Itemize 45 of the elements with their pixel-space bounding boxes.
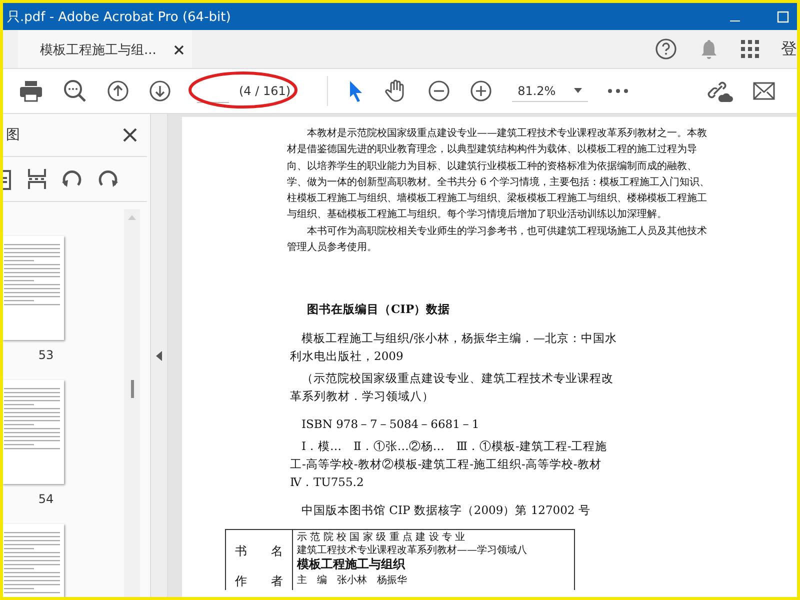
- search-icon[interactable]: [63, 79, 87, 103]
- scroll-thumb[interactable]: [130, 380, 134, 398]
- pointer-icon[interactable]: [348, 80, 364, 102]
- table-cell: 主 编 张小林 杨振华: [297, 574, 407, 588]
- window-title: 只.pdf - Adobe Acrobat Pro (64-bit): [7, 8, 232, 26]
- table-label: 作 者: [226, 573, 293, 590]
- cip-entry: ISBN 978－7－5084－6681－1: [300, 416, 480, 434]
- maximize-icon[interactable]: [777, 10, 789, 22]
- zoom-dropdown[interactable]: 81.2%: [512, 80, 588, 102]
- body-paragraph: 本书可作为高职院校相关专业师生的学习参考书，也可供建筑工程现场施工人员及其他技术管理人员参考使用。: [287, 224, 708, 256]
- table-cell: 建筑工程技术专业课程改革系列教材——学习领域八: [297, 544, 527, 558]
- collapse-arrow-icon[interactable]: [156, 350, 162, 360]
- cloud-link-icon[interactable]: [707, 79, 733, 103]
- caret-icon: [574, 88, 582, 93]
- cip-entry: 模板工程施工与组织/张小林，杨振华主编．—北京：中国水利水电出版社，2009: [290, 330, 618, 366]
- document-tab[interactable]: 模板工程施工与组...: [18, 30, 192, 68]
- printer-icon[interactable]: [19, 80, 43, 102]
- cip-entry: （示范院校国家级重点建设专业、建筑工程技术专业课程改革系列教材．学习领域八）: [290, 370, 614, 406]
- arrow-down-icon[interactable]: [149, 80, 171, 102]
- zoom-out-icon[interactable]: [428, 80, 450, 102]
- apps-grid-icon[interactable]: [741, 40, 759, 58]
- cip-entry: 中国版本图书馆 CIP 数据核字（2009）第 127002 号: [300, 502, 592, 520]
- mail-icon[interactable]: [753, 82, 775, 100]
- more-icon[interactable]: [608, 89, 628, 93]
- insert-page-icon[interactable]: [27, 168, 47, 190]
- table-cell-text: 示 范 院 校 国 家 级 重 点 建 设 专 业: [297, 531, 466, 544]
- rotate-right-icon[interactable]: [97, 168, 119, 190]
- close-icon[interactable]: [174, 45, 184, 55]
- help-icon[interactable]: [655, 38, 677, 60]
- body-paragraph: 本教材是示范院校国家级重点建设专业——建筑工程技术专业课程改革系列教材之一。本教材是借鉴德国先进的职业教育理念，以典型建筑结构构件为载体、以模板工程的施工过程为导向、以培养学生的职业能力为目标、以建筑行业模板工种的资格标准为依据编制而成的融教、学、做为一体的创新型高职教材。全书共分 6 个学习情境，主要包括：模板工程施工入门知识、柱模板工程施工与组织、墙模板工程施工与组织、梁板模板工程施工与组织、楼梯模板工程施工与组织、基础模板工程施工与组织。每个学习情境后增加了职业活动训练以加深理解。: [287, 126, 711, 222]
- cip-heading: 图书在版编目（CIP）数据: [307, 302, 452, 318]
- page-thumbnail[interactable]: [3, 236, 64, 340]
- sign-in-link[interactable]: 登: [781, 38, 797, 60]
- page-count: (4 / 161): [239, 84, 291, 98]
- arrow-up-icon[interactable]: [107, 80, 129, 102]
- page-number-label: 53: [38, 348, 54, 362]
- panel-title: 图: [6, 126, 20, 144]
- table-label: 书 名: [226, 530, 293, 574]
- page-thumbnail[interactable]: [3, 380, 64, 484]
- close-icon[interactable]: [123, 128, 137, 142]
- scrollbar[interactable]: [124, 209, 140, 597]
- table-cell-text: 模板工程施工与组织: [297, 557, 406, 572]
- zoom-in-icon[interactable]: [470, 80, 492, 102]
- cip-entry: Ⅰ．模… Ⅱ．①张…②杨… Ⅲ．①模板-建筑工程-工程施工-高等学校-教材②模板-建筑工程-施工组织-高等学校-教材 Ⅳ．TU755.2: [290, 438, 608, 492]
- page-number-label: 54: [38, 492, 54, 506]
